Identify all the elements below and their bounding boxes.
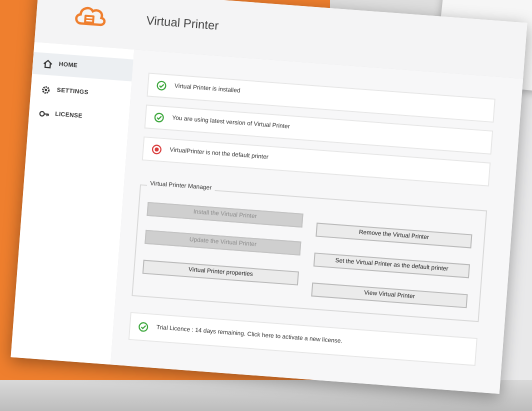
group-label: Virtual Printer Manager <box>146 180 215 192</box>
status-text: You are using latest version of Virtual … <box>171 115 291 131</box>
check-circle-icon <box>138 322 149 332</box>
key-icon <box>39 110 50 117</box>
main-content: Virtual Printer is installed You are usi… <box>110 49 524 394</box>
page-title: Virtual Printer <box>145 13 220 33</box>
gear-icon <box>42 86 50 94</box>
status-text: Virtual Printer is installed <box>174 83 241 95</box>
printer-manager-group: Virtual Printer Manager Install the Virt… <box>131 180 488 323</box>
license-text: Trial Licence : 14 days remaining. Click… <box>156 324 343 345</box>
view-printer-button[interactable]: View Virtual Printer <box>311 282 468 309</box>
sidebar-item-label: HOME <box>58 61 78 70</box>
sidebar-item-label: SETTINGS <box>56 87 89 97</box>
sidebar-item-label: LICENSE <box>54 111 83 120</box>
install-printer-button[interactable]: Install the Virtual Printer <box>146 201 304 228</box>
check-circle-icon <box>154 112 164 123</box>
remove-printer-button[interactable]: Remove the Virtual Printer <box>315 222 473 249</box>
sidebar-item-home[interactable]: HOME <box>32 51 134 82</box>
home-icon <box>43 59 53 69</box>
app-window: Virtual Printer HOME SETTINGS LICENSE Vi… <box>10 0 528 394</box>
set-default-printer-button[interactable]: Set the Virtual Printer as the default p… <box>313 252 470 279</box>
error-circle-icon <box>151 144 162 155</box>
cloud-printer-logo-icon <box>75 6 106 27</box>
printer-properties-button[interactable]: Virtual Printer properties <box>142 259 299 286</box>
status-text: VirtualPrinter is not the default printe… <box>169 147 269 161</box>
update-printer-button[interactable]: Update the Virtual Printer <box>144 229 302 256</box>
license-notice[interactable]: Trial Licence : 14 days remaining. Click… <box>128 311 478 366</box>
check-circle-icon <box>156 80 167 91</box>
